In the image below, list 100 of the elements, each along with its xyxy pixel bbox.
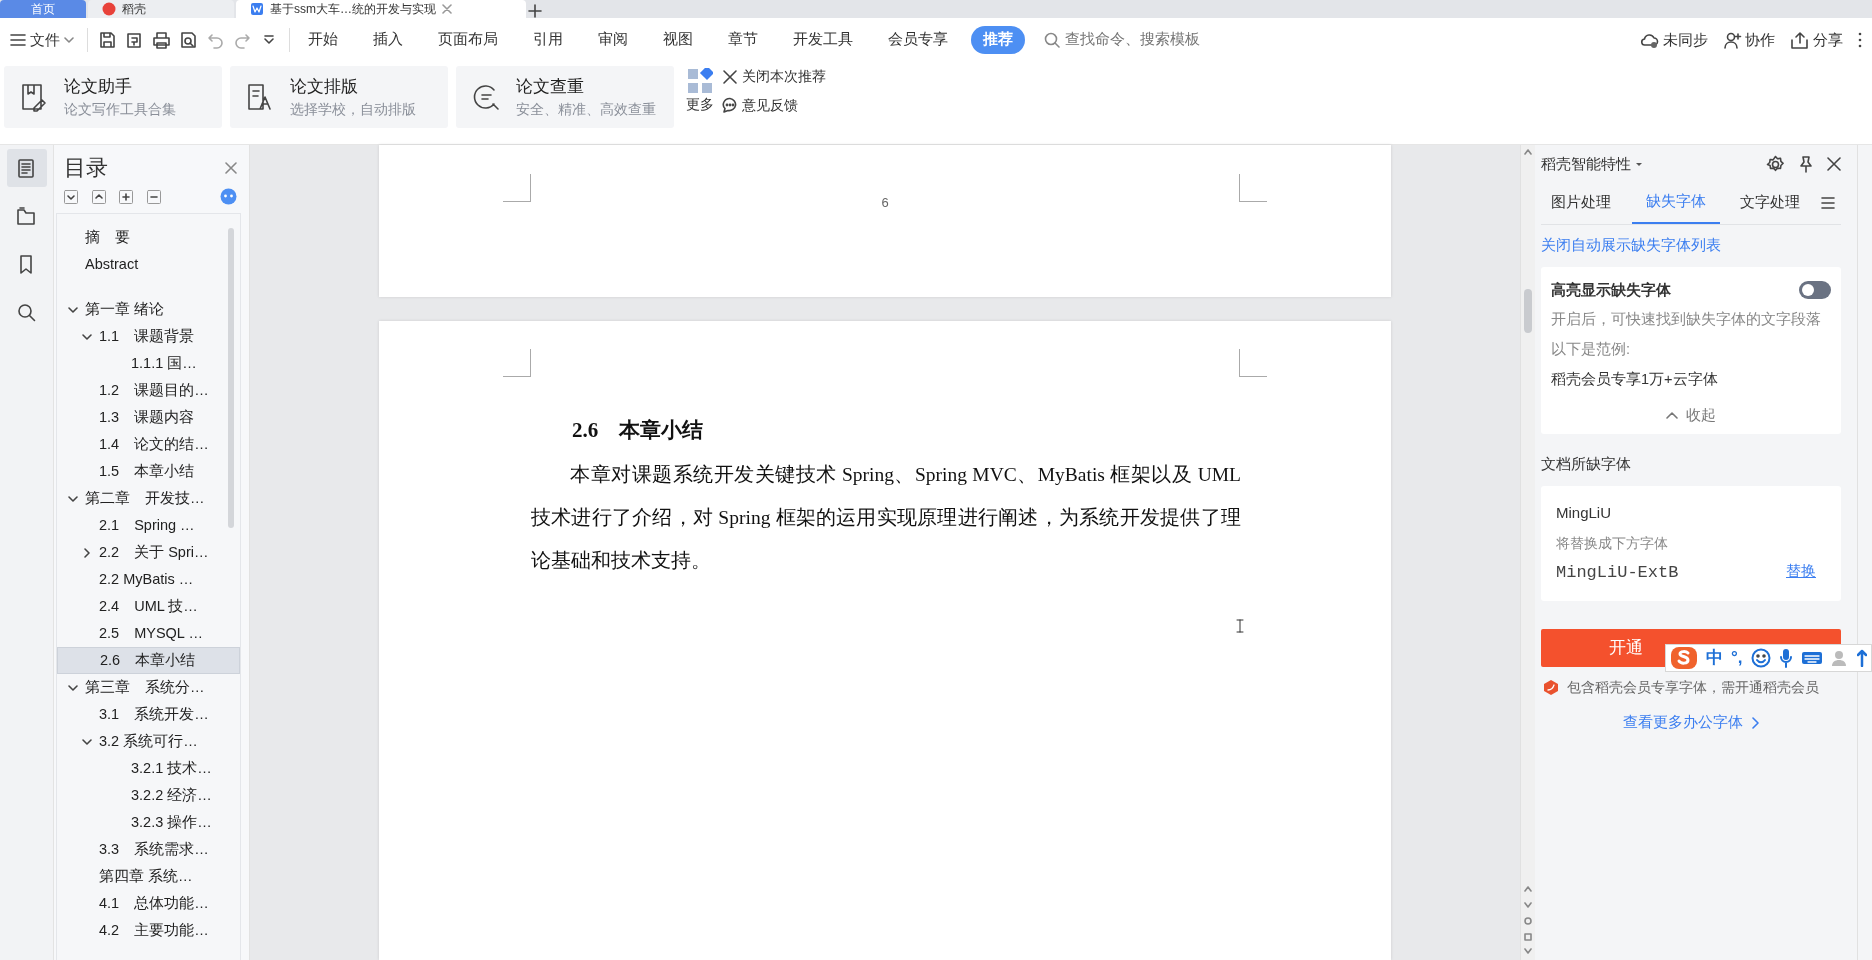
card-subtitle: 论文写作工具合集 xyxy=(64,100,176,120)
action-button[interactable]: 协作 xyxy=(1722,28,1776,52)
window-tab[interactable]: 基于ssm大车…统的开发与实现 xyxy=(236,0,526,18)
menu-tab[interactable]: 审阅 xyxy=(586,26,640,54)
replace-link[interactable]: 替换 xyxy=(1786,561,1816,584)
toc-item[interactable]: 2.5 MYSQL … xyxy=(57,620,240,647)
arrow-up-icon[interactable] xyxy=(1856,649,1867,667)
caret-right-icon xyxy=(81,546,93,559)
circle-icon[interactable] xyxy=(1524,917,1532,925)
toc-item[interactable]: 3.1 系统开发… xyxy=(57,701,240,728)
menu-icon xyxy=(10,33,26,47)
menu-tab[interactable]: 页面布局 xyxy=(426,26,510,54)
toc-item[interactable]: 3.2 系统可行… xyxy=(57,728,240,755)
keyboard-icon[interactable] xyxy=(1800,650,1823,666)
close-list-link[interactable]: 关闭自动展示缺失字体列表 xyxy=(1541,235,1841,257)
panel-tab[interactable]: 文字处理 xyxy=(1740,182,1801,223)
preview-icon[interactable] xyxy=(179,30,198,50)
smiley-icon[interactable] xyxy=(1750,648,1771,668)
pin-icon[interactable] xyxy=(1797,155,1815,174)
menu-tab[interactable]: 开始 xyxy=(296,26,350,54)
hint-text: 将替换成下方字体 xyxy=(1556,533,1669,553)
toc-item[interactable]: 2.1 Spring … xyxy=(57,512,240,539)
menu-icon[interactable] xyxy=(1820,196,1835,209)
ime-logo-icon[interactable] xyxy=(1670,646,1698,670)
menu-tab[interactable]: 引用 xyxy=(521,26,575,54)
toc-item[interactable]: 1.1 课题背景 xyxy=(57,323,240,350)
ime-toolbar[interactable]: 中 °, xyxy=(1665,644,1872,672)
toc-item[interactable]: 4.2 主要功能… xyxy=(57,917,240,944)
feature-card[interactable]: 论文助手 论文写作工具合集 xyxy=(4,66,222,128)
list-icon xyxy=(16,157,37,179)
square-icon[interactable] xyxy=(1524,932,1532,941)
sidebar-tab[interactable] xyxy=(6,149,47,187)
toc-item[interactable]: 第二章 开发技… xyxy=(57,485,240,512)
search-field[interactable]: 查找命令、搜索模板 xyxy=(1043,28,1234,52)
toc-item[interactable]: 第一章 绪论 xyxy=(57,296,240,323)
notice-text: 包含稻壳会员专享字体，需开通稻壳会员 xyxy=(1566,678,1819,697)
toc-item[interactable]: 2.2 MyBatis … xyxy=(57,566,240,593)
action-button[interactable]: 未同步 xyxy=(1639,28,1708,52)
caret-icon xyxy=(1634,161,1643,167)
toc-item[interactable]: 3.2.1 技术… xyxy=(57,755,240,782)
menu-tab[interactable]: 会员专享 xyxy=(876,26,960,54)
feature-card[interactable]: 论文查重 安全、精准、高效查重 xyxy=(456,66,674,128)
more-icon[interactable] xyxy=(1858,32,1862,48)
toc-item[interactable]: 1.3 课题内容 xyxy=(57,404,240,431)
minus-icon[interactable] xyxy=(146,189,161,204)
panel-title[interactable]: 稻壳智能特性 xyxy=(1541,153,1643,176)
arrow-up-icon[interactable] xyxy=(1524,149,1532,155)
toc-item[interactable]: Abstract xyxy=(57,251,240,278)
toc-item[interactable]: 3.2.3 操作… xyxy=(57,809,240,836)
toggle-switch[interactable] xyxy=(1799,281,1831,299)
toc-item[interactable]: 1.5 本章小结 xyxy=(57,458,240,485)
window-tab[interactable]: 稻壳 xyxy=(88,0,234,18)
arrow-down-icon[interactable] xyxy=(1524,901,1532,910)
toc-item[interactable]: 2.6 本章小结 xyxy=(57,647,240,674)
toc-item[interactable]: 3.3 系统需求… xyxy=(57,836,240,863)
toc-item[interactable]: 1.1.1 国… xyxy=(57,350,240,377)
toc-item[interactable]: 2.4 UML 技… xyxy=(57,593,240,620)
close-icon[interactable] xyxy=(1827,157,1841,172)
save-icon[interactable] xyxy=(98,30,117,50)
tab-label: 基于ssm大车…统的开发与实现 xyxy=(270,1,436,18)
scroll-thumb[interactable] xyxy=(1524,288,1532,333)
collapse-all-icon[interactable] xyxy=(64,189,78,204)
close-icon xyxy=(721,68,738,85)
microphone-icon[interactable] xyxy=(1778,648,1793,668)
arrow-down-icon[interactable] xyxy=(1524,948,1532,956)
toc-item[interactable]: 4.1 总体功能… xyxy=(57,890,240,917)
toc-item[interactable]: 2.2 关于 Spri… xyxy=(57,539,240,566)
file-menu[interactable]: 文件 xyxy=(10,28,74,52)
menu-tab[interactable]: 视图 xyxy=(651,26,705,54)
search-text-icon xyxy=(472,82,502,112)
plus-icon[interactable] xyxy=(119,189,133,204)
more-button[interactable]: 更多 xyxy=(685,68,714,115)
feature-card[interactable]: 论文排版 选择学校，自动排版 xyxy=(230,66,448,128)
export-icon[interactable] xyxy=(125,30,144,50)
print-icon[interactable] xyxy=(152,30,171,50)
expand-all-icon[interactable] xyxy=(91,189,106,204)
toc-item[interactable]: 第三章 系统分… xyxy=(57,674,240,701)
toc-item[interactable]: 1.2 课题目的… xyxy=(57,377,240,404)
outline-icon xyxy=(16,205,37,227)
more-fonts-link[interactable]: 查看更多办公字体 xyxy=(1541,712,1841,734)
scrollbar[interactable] xyxy=(1520,145,1535,960)
settings-icon[interactable] xyxy=(1766,154,1785,174)
menu-tab[interactable]: 开发工具 xyxy=(781,26,865,54)
menu-tab[interactable]: 插入 xyxy=(361,26,415,54)
add-user-icon xyxy=(1722,30,1742,50)
panel-tab[interactable]: 缺失字体 xyxy=(1631,181,1720,224)
menu-tab[interactable]: 章节 xyxy=(716,26,770,54)
toc-item[interactable]: 第四章 系统… xyxy=(57,863,240,890)
arrow-up-icon[interactable] xyxy=(1524,886,1532,894)
panel-tab[interactable]: 图片处理 xyxy=(1551,182,1611,223)
toc-item[interactable]: 摘 要 xyxy=(57,224,240,251)
caret-icon xyxy=(63,37,74,43)
toc-item[interactable]: 3.2.2 经济… xyxy=(57,782,240,809)
tab-label: 首页 xyxy=(31,1,55,18)
toc-item[interactable]: 1.4 论文的结… xyxy=(57,431,240,458)
action-button[interactable]: 分享 xyxy=(1790,28,1843,52)
feedback-button[interactable]: 意见反馈 xyxy=(721,94,826,116)
collapse-button[interactable]: 收起 xyxy=(1551,404,1831,427)
close-recommend-button[interactable]: 关闭本次推荐 xyxy=(721,66,826,87)
plus-icon[interactable] xyxy=(528,4,542,18)
